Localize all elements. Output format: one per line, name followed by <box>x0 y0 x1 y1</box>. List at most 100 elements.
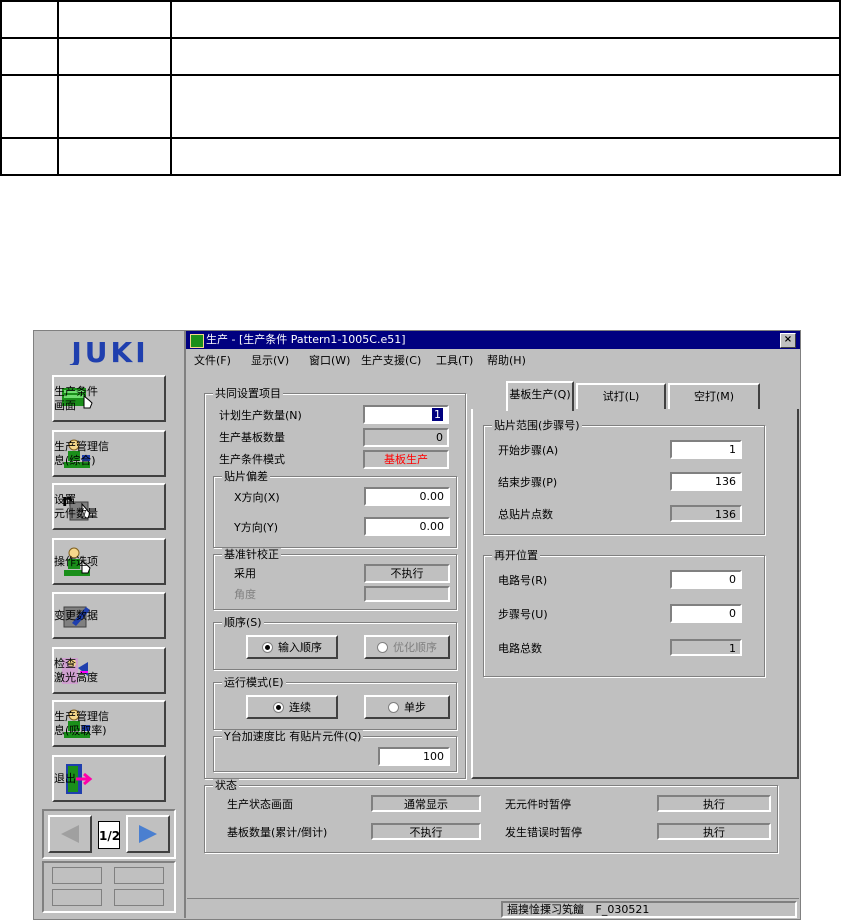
board-count-value: 0 <box>363 428 449 447</box>
run-continuous-radio[interactable]: 连续 <box>246 695 338 719</box>
production-info-total-button[interactable]: 生产管理信 息(综合) <box>52 430 166 477</box>
order-group: 顺序(S) 输入顺序 优化顺序 <box>213 616 457 670</box>
check-laser-height-button[interactable]: 检查 激光高度 <box>52 647 166 694</box>
button-label: 检查 激光高度 <box>54 656 98 684</box>
adopt-label: 采用 <box>234 567 256 580</box>
table-line <box>0 0 841 2</box>
button-label: 退出 <box>54 771 76 785</box>
next-page-button[interactable] <box>126 815 170 853</box>
status-bar: 揊搝惍搮习笂饘 F_030521 <box>187 898 799 919</box>
exit-button[interactable]: 退出 <box>52 755 166 802</box>
close-button[interactable]: × <box>780 333 796 348</box>
mode-value: 基板生产 <box>363 450 449 469</box>
button-label: 设置 元件数量 <box>54 492 98 520</box>
table-line <box>0 137 841 139</box>
no-part-pause-value: 执行 <box>657 795 771 812</box>
pin-correction-group: 基准针校正 采用 不执行 角度 <box>213 548 457 610</box>
error-pause-label: 发生错误时暂停 <box>505 826 582 839</box>
y-offset-label: Y方向(Y) <box>234 521 279 534</box>
board-count-label: 生产基板数量 <box>219 431 285 444</box>
table-line <box>0 74 841 76</box>
step-number-input[interactable]: 0 <box>670 604 742 623</box>
production-conditions-button[interactable]: 生产条件 画面 <box>52 375 166 422</box>
prev-page-button[interactable] <box>48 815 92 853</box>
angle-value <box>364 586 450 602</box>
title-bar: 生产 - [生产条件 Pattern1-1005C.e51] × <box>186 331 800 349</box>
group-title: 贴片范围(步骤号) <box>492 419 582 432</box>
radio-selected-icon <box>262 641 273 653</box>
radio-label: 连续 <box>289 701 311 714</box>
juki-logo: JUKI <box>48 336 172 369</box>
sidebar: JUKI 生产条件 画面 生产管理信 息(综合) n 设置 元件数量 操作选项 … <box>34 331 186 918</box>
adopt-value: 不执行 <box>364 564 450 583</box>
group-title: 贴片偏差 <box>222 470 270 483</box>
placement-range-group: 贴片范围(步骤号) 开始步骤(A) 1 结束步骤(P) 136 总贴片点数 13… <box>483 419 765 535</box>
operation-options-button[interactable]: 操作选项 <box>52 538 166 585</box>
set-part-count-button[interactable]: n 设置 元件数量 <box>52 483 166 530</box>
y-offset-input[interactable]: 0.00 <box>364 517 450 536</box>
step-number-label: 步骤号(U) <box>498 608 548 621</box>
menu-file[interactable]: 文件(F) <box>194 352 231 368</box>
radio-selected-icon <box>273 701 284 713</box>
status-group: 状态 生产状态画面 通常显示 无元件时暂停 执行 基板数量(累计/倒计) 不执行… <box>204 779 778 853</box>
menu-window[interactable]: 窗口(W) <box>309 352 350 368</box>
start-step-input[interactable]: 1 <box>670 440 742 459</box>
error-pause-value: 执行 <box>657 823 771 840</box>
button-label: 操作选项 <box>54 554 98 568</box>
end-step-input[interactable]: 136 <box>670 472 742 491</box>
group-title: Y台加速度比 有贴片元件(Q) <box>222 730 364 743</box>
menu-view[interactable]: 显示(V) <box>251 352 289 368</box>
circuit-total-label: 电路总数 <box>498 642 542 655</box>
radio-label: 输入顺序 <box>278 641 322 654</box>
run-step-radio[interactable]: 单步 <box>364 695 450 719</box>
tab-panel: 贴片范围(步骤号) 开始步骤(A) 1 结束步骤(P) 136 总贴片点数 13… <box>471 409 799 779</box>
tab-dry-run[interactable]: 空打(M) <box>668 383 760 409</box>
table-line <box>0 37 841 39</box>
order-input-radio[interactable]: 输入顺序 <box>246 635 338 659</box>
logo-text: JUKI <box>69 339 148 365</box>
button-label: 生产管理信 息(吸取率) <box>54 709 109 737</box>
page-nav: 1/2 <box>42 809 176 859</box>
restart-position-group: 再开位置 电路号(R) 0 步骤号(U) 0 电路总数 1 <box>483 549 765 677</box>
blank-slot[interactable] <box>52 889 102 906</box>
triangle-left-icon <box>61 825 79 843</box>
button-label: 变更数据 <box>54 608 98 622</box>
offset-group: 贴片偏差 X方向(X) 0.00 Y方向(Y) 0.00 <box>213 470 457 548</box>
total-points-label: 总贴片点数 <box>498 508 553 521</box>
accel-input[interactable]: 100 <box>378 747 450 766</box>
blank-slot[interactable] <box>114 867 164 884</box>
plan-count-input[interactable]: 1 <box>363 405 449 424</box>
radio-label: 优化顺序 <box>393 641 437 654</box>
blank-slot[interactable] <box>52 867 102 884</box>
mode-label: 生产条件模式 <box>219 453 285 466</box>
change-data-button[interactable]: 变更数据 <box>52 592 166 639</box>
top-table <box>0 0 841 176</box>
tab-board-production[interactable]: 基板生产(Q) <box>506 381 574 411</box>
menu-tools[interactable]: 工具(T) <box>436 352 473 368</box>
button-label: 生产管理信 息(综合) <box>54 439 109 467</box>
angle-label: 角度 <box>234 588 256 601</box>
page-indicator: 1/2 <box>98 821 120 849</box>
circuit-number-input[interactable]: 0 <box>670 570 742 589</box>
table-line <box>0 174 841 176</box>
radio-unselected-icon <box>388 701 399 713</box>
menu-support[interactable]: 生产支援(C) <box>361 352 421 368</box>
group-title: 顺序(S) <box>222 616 264 629</box>
triangle-right-icon <box>139 825 157 843</box>
tab-trial[interactable]: 试打(L) <box>576 383 666 409</box>
group-title: 运行模式(E) <box>222 676 286 689</box>
start-step-label: 开始步骤(A) <box>498 444 559 457</box>
plan-count-label: 计划生产数量(N) <box>219 409 302 422</box>
status-bar-panel: 揊搝惍搮习笂饘 F_030521 <box>501 901 797 918</box>
production-info-pickup-button[interactable]: 生产管理信 息(吸取率) <box>52 700 166 747</box>
x-offset-input[interactable]: 0.00 <box>364 487 450 506</box>
plan-count-value: 1 <box>432 408 443 421</box>
circuit-number-label: 电路号(R) <box>498 574 548 587</box>
board-count-status-value: 不执行 <box>371 823 481 840</box>
blank-slot[interactable] <box>114 889 164 906</box>
order-optimize-radio[interactable]: 优化顺序 <box>364 635 450 659</box>
group-title: 状态 <box>213 779 239 792</box>
status-bar-code: F_030521 <box>595 903 650 916</box>
window-title: 生产 - [生产条件 Pattern1-1005C.e51] <box>206 333 406 346</box>
menu-help[interactable]: 帮助(H) <box>487 352 526 368</box>
